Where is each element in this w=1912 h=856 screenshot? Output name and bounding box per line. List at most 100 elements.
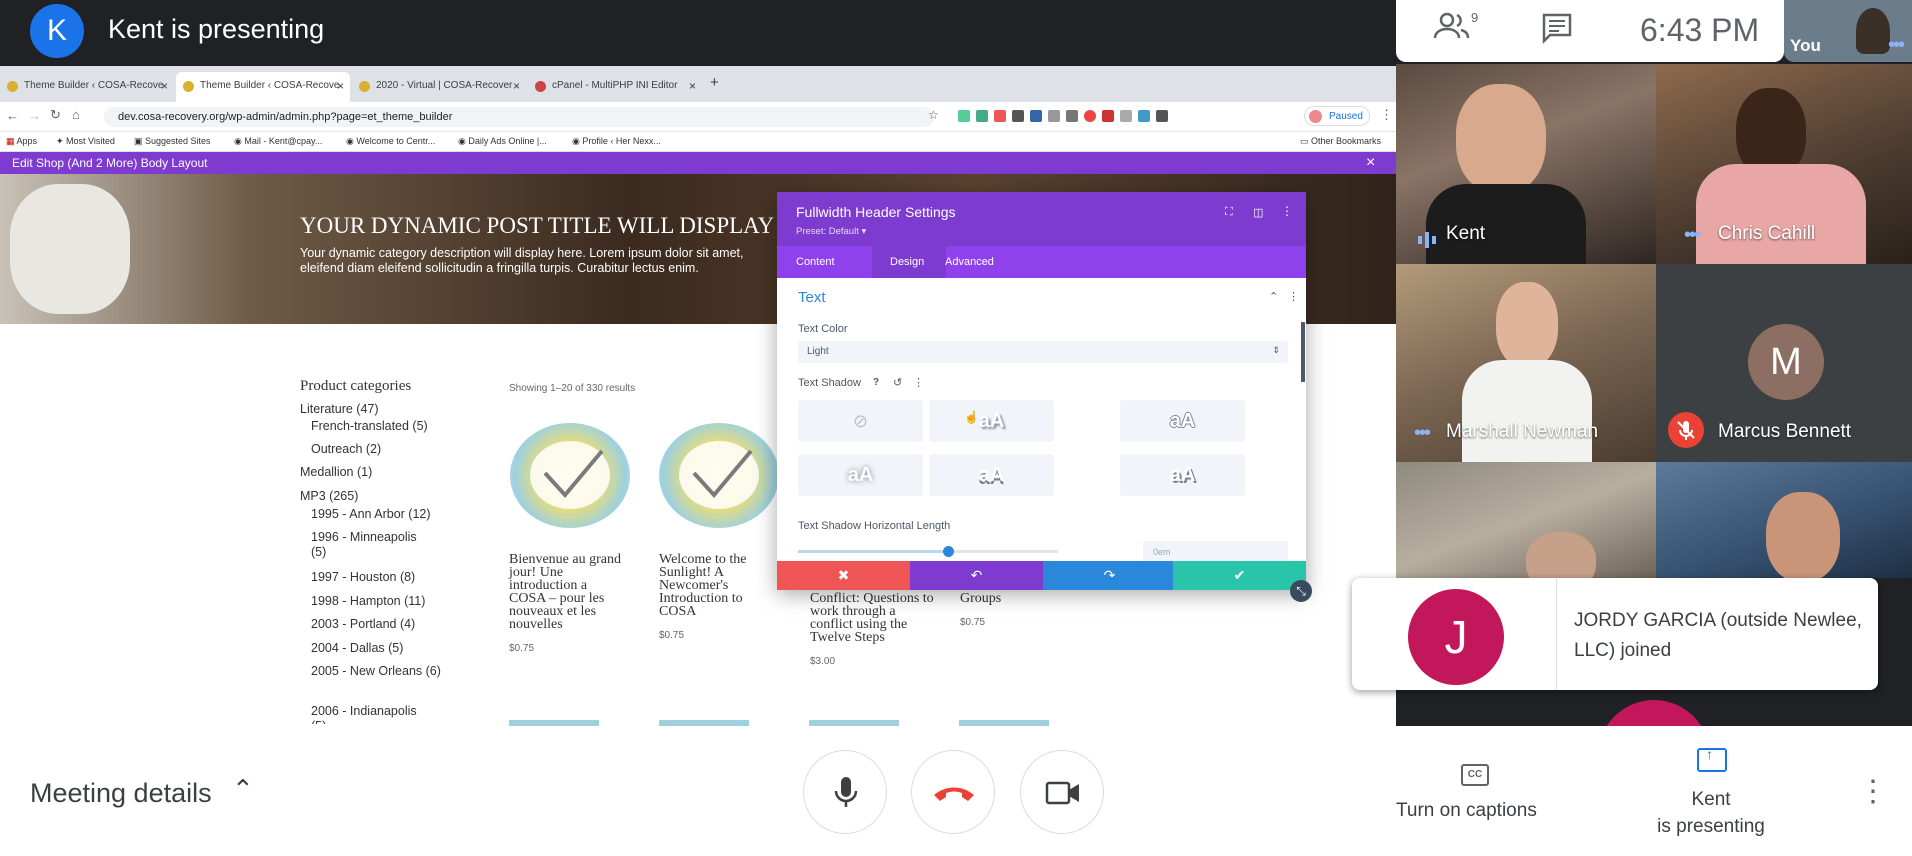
fullscreen-icon[interactable]: ⛶ (1225, 206, 1233, 219)
bookmark-item[interactable]: ▣ Suggested Sites (134, 136, 211, 147)
category-link[interactable]: MP3 (265) (300, 489, 358, 504)
tab-content[interactable]: Content (796, 256, 835, 268)
chevron-up-icon[interactable]: ⌃ (232, 774, 254, 805)
participant-tile[interactable]: M Marcus Bennett (1656, 264, 1912, 462)
shadow-option[interactable]: aA (929, 400, 1054, 442)
shadow-option[interactable]: aA (798, 454, 923, 496)
reload-icon[interactable]: ↻ (50, 107, 61, 123)
browser-tab[interactable]: Theme Builder ‹ COSA-Recove × (0, 72, 174, 102)
category-link[interactable]: 2004 - Dallas (5) (311, 641, 403, 656)
bookmark-item[interactable]: ✦ Most Visited (56, 136, 115, 147)
undo-button[interactable]: ↶ (910, 561, 1043, 590)
extension-icon[interactable] (1048, 110, 1060, 122)
browser-tab[interactable]: 2020 - Virtual | COSA-Recover × (352, 72, 526, 102)
tab-design[interactable]: Design (890, 256, 924, 268)
bookmark-item[interactable]: ◉ Daily Ads Online |... (458, 136, 547, 147)
preset-dropdown[interactable]: Preset: Default ▾ (796, 226, 866, 237)
close-tab-icon[interactable]: × (161, 79, 168, 93)
leave-call-button[interactable] (911, 750, 995, 834)
bookmark-item[interactable]: ▦ Apps (6, 136, 37, 147)
extension-icon[interactable] (1120, 110, 1132, 122)
bookmark-star-icon[interactable]: ☆ (928, 108, 939, 122)
category-link[interactable]: 2003 - Portland (4) (311, 617, 415, 632)
category-link[interactable]: 1997 - Houston (8) (311, 570, 415, 585)
home-icon[interactable]: ⌂ (72, 107, 80, 122)
option-menu-icon[interactable]: ⋮ (913, 376, 924, 389)
category-link[interactable]: Literature (47) (300, 402, 379, 417)
redo-button[interactable]: ↷ (1043, 561, 1176, 590)
close-builder-icon[interactable]: × (1366, 154, 1375, 172)
shadow-option[interactable]: aA (1120, 454, 1245, 496)
participant-tile[interactable]: ••• Marshall Newman (1396, 264, 1656, 462)
profile-paused-button[interactable]: Paused (1304, 106, 1370, 126)
category-link[interactable]: Outreach (2) (311, 442, 381, 457)
scrollbar[interactable] (1301, 322, 1305, 382)
discard-button[interactable]: ✖ (777, 561, 910, 590)
microphone-button[interactable] (803, 750, 887, 834)
other-bookmarks[interactable]: ▭ Other Bookmarks (1300, 136, 1381, 147)
extension-icon[interactable] (1138, 110, 1150, 122)
product-image[interactable] (510, 423, 630, 528)
browser-menu-icon[interactable]: ⋮ (1380, 107, 1393, 123)
product-image[interactable] (659, 423, 779, 528)
resize-handle-icon[interactable]: ⤡ (1290, 580, 1312, 602)
collapse-chevron-icon[interactable]: ⌃ (1269, 290, 1278, 303)
camera-button[interactable] (1020, 750, 1104, 834)
category-link[interactable]: 1998 - Hampton (11) (311, 594, 425, 609)
category-link[interactable]: 1996 - Minneapolis (5) (311, 530, 431, 560)
extension-icon[interactable] (976, 110, 988, 122)
participant-tile[interactable] (1656, 462, 1912, 578)
close-tab-icon[interactable]: × (513, 79, 520, 93)
shadow-option[interactable]: aA (1120, 400, 1245, 442)
product-title[interactable]: Bienvenue au grand jour! Une introductio… (509, 553, 624, 632)
url-bar[interactable]: dev.cosa-recovery.org/wp-admin/admin.php… (104, 107, 934, 127)
product-title[interactable]: Welcome to the Sunlight! A Newcomer's In… (659, 553, 769, 619)
meeting-details-button[interactable]: Meeting details (30, 778, 212, 809)
tab-advanced[interactable]: Advanced (945, 256, 994, 268)
extension-icon[interactable] (1084, 110, 1096, 122)
section-menu-icon[interactable]: ⋮ (1288, 290, 1299, 303)
shadow-option-none[interactable]: ⊘ (798, 400, 923, 442)
shadow-option[interactable]: aA (929, 454, 1054, 496)
category-link[interactable]: French-translated (5) (311, 419, 428, 434)
extension-icon[interactable] (1102, 110, 1114, 122)
text-section-header[interactable]: Text (798, 289, 826, 306)
bookmark-item[interactable]: ◉ Welcome to Centr... (346, 136, 435, 147)
h-length-slider-handle[interactable] (943, 546, 954, 557)
close-tab-icon[interactable]: × (337, 79, 344, 93)
people-button[interactable]: 9 (1433, 10, 1483, 50)
new-tab-button[interactable]: + (710, 74, 719, 91)
captions-button-label[interactable]: Turn on captions (1396, 800, 1537, 822)
category-link[interactable]: 2005 - New Orleans (6) (311, 664, 441, 679)
h-length-input[interactable]: 0em (1143, 541, 1288, 563)
product-title[interactable]: Groups (960, 592, 1060, 606)
closed-captions-icon[interactable]: CC (1461, 764, 1489, 786)
more-options-icon[interactable]: ⋮ (1858, 774, 1888, 809)
extension-icon[interactable] (994, 110, 1006, 122)
browser-tab-active[interactable]: Theme Builder ‹ COSA-Recove × (176, 72, 350, 102)
extension-icon[interactable] (1012, 110, 1024, 122)
category-link[interactable]: 2006 - Indianapolis (5) (311, 704, 431, 724)
modal-menu-icon[interactable]: ⋮ (1281, 204, 1293, 218)
puzzle-icon[interactable] (1156, 110, 1168, 122)
participant-tile[interactable]: ••• Chris Cahill (1656, 64, 1912, 264)
extension-icon[interactable] (1030, 110, 1042, 122)
chat-icon[interactable] (1540, 12, 1576, 48)
bookmark-item[interactable]: ◉ Profile ‹ Her Nexx... (572, 136, 661, 147)
bookmark-item[interactable]: ◉ Mail - Kent@cpay... (234, 136, 322, 147)
help-icon[interactable]: ? (873, 377, 879, 388)
browser-tab[interactable]: cPanel - MultiPHP INI Editor × (528, 72, 702, 102)
presenting-status-button[interactable]: Kent is presenting (1640, 786, 1782, 840)
save-button[interactable]: ✔ (1173, 561, 1306, 590)
category-link[interactable]: Medallion (1) (300, 465, 372, 480)
self-view-tile[interactable]: You ••• (1784, 0, 1912, 62)
participant-tile[interactable] (1396, 462, 1656, 578)
extension-icon[interactable] (1066, 110, 1078, 122)
reset-icon[interactable]: ↺ (893, 376, 902, 389)
forward-icon[interactable]: → (28, 108, 41, 123)
text-color-select[interactable]: Light ⇕ (798, 341, 1288, 363)
present-screen-icon[interactable]: ↑ (1697, 746, 1727, 772)
extension-icon[interactable] (958, 110, 970, 122)
close-tab-icon[interactable]: × (689, 79, 696, 93)
back-icon[interactable]: ← (6, 108, 19, 123)
